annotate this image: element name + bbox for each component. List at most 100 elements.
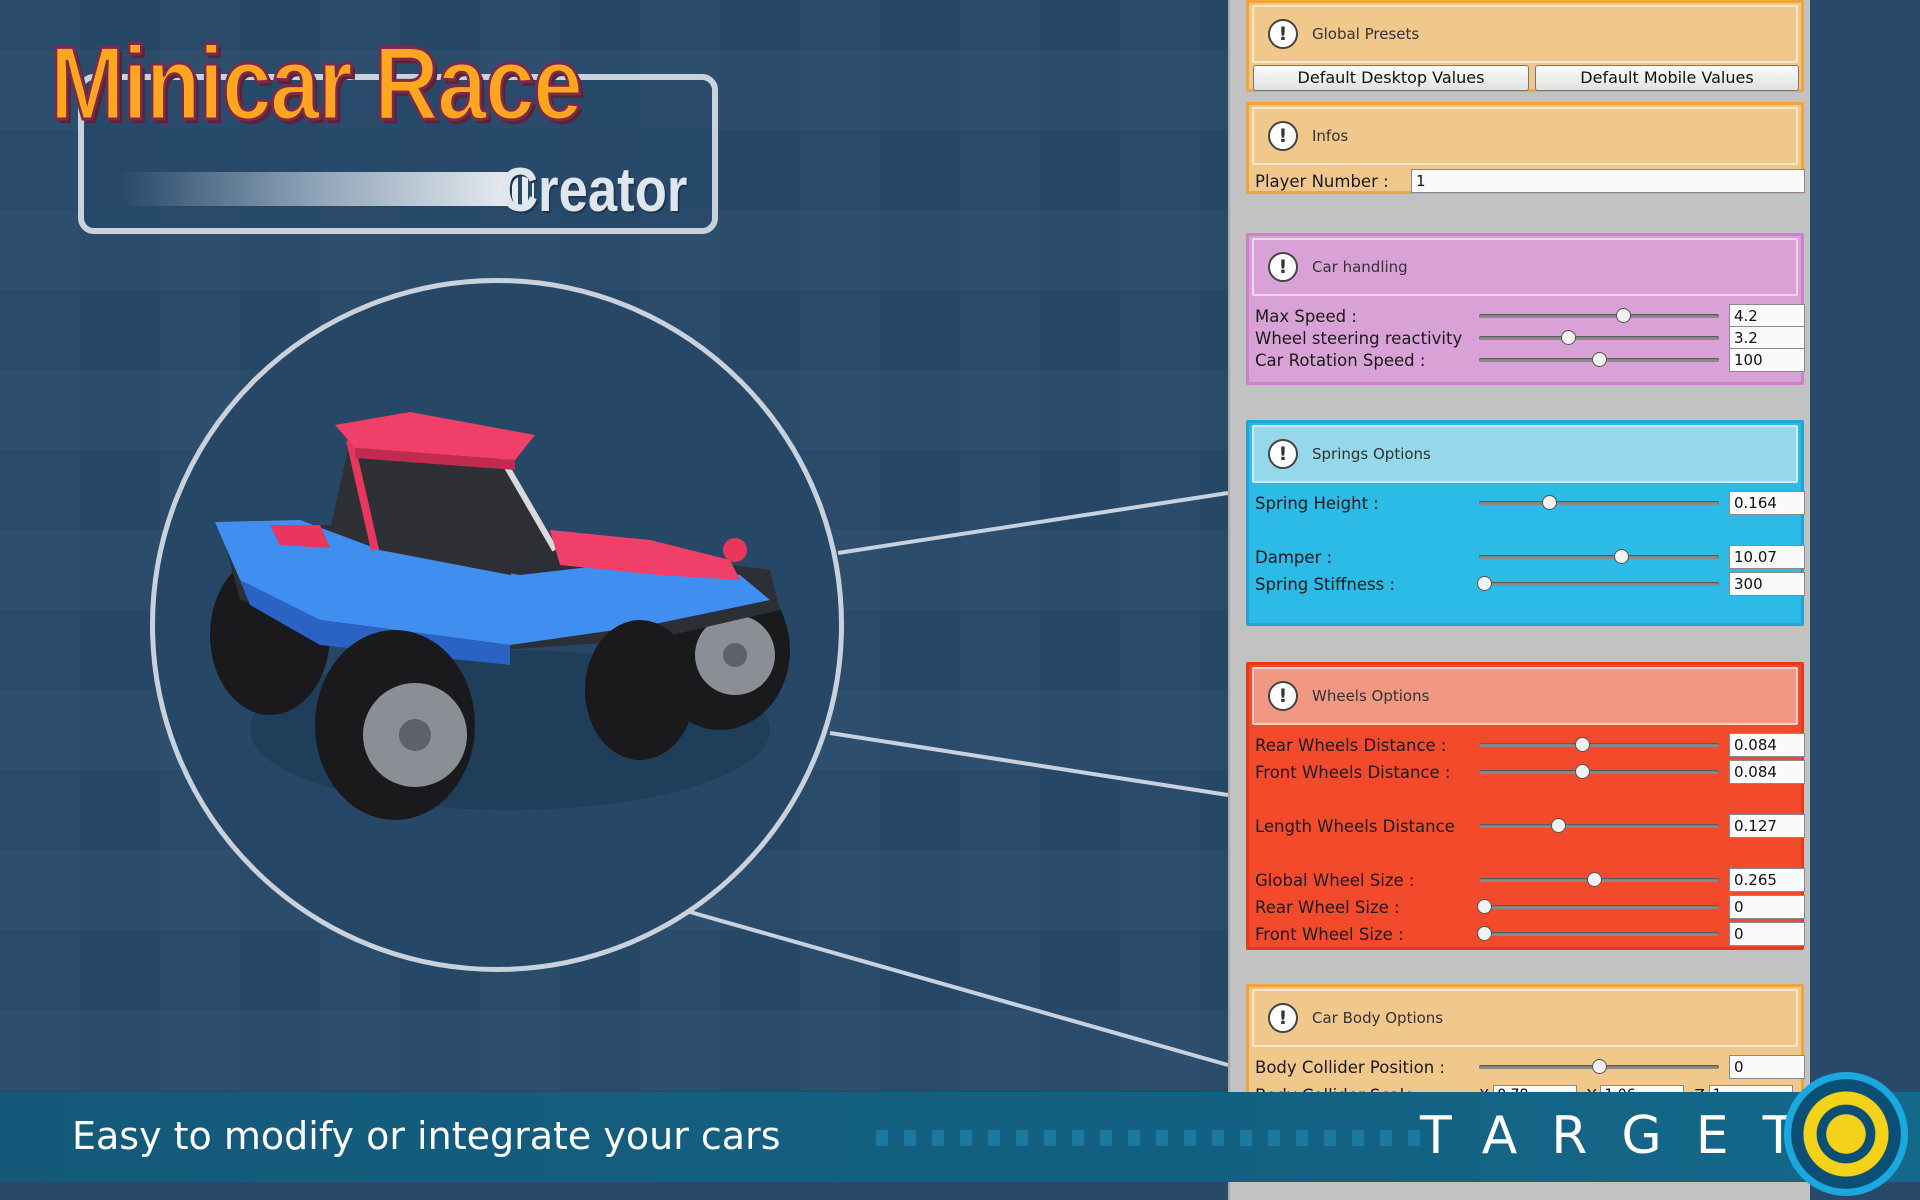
setting-slider[interactable] — [1479, 326, 1719, 350]
bottom-banner: Easy to modify or integrate your cars TA… — [0, 1092, 1920, 1182]
setting-slider[interactable] — [1479, 348, 1719, 372]
target-icon — [1784, 1072, 1908, 1196]
infos-group: ! Infos Player Number : 1 — [1246, 102, 1805, 194]
slider-track — [1479, 770, 1719, 774]
warning-icon: ! — [1268, 252, 1298, 282]
setting-label: Length Wheels Distance — [1255, 816, 1455, 836]
setting-slider[interactable] — [1479, 733, 1719, 757]
warning-icon: ! — [1268, 681, 1298, 711]
slider-thumb[interactable] — [1476, 899, 1492, 914]
setting-value-field[interactable]: 0 — [1729, 922, 1805, 946]
setting-label: Wheel steering reactivity — [1255, 328, 1463, 348]
setting-slider[interactable] — [1479, 814, 1719, 838]
setting-row: Front Wheel Size : 0 — [1255, 922, 1805, 946]
slider-track — [1479, 905, 1719, 909]
setting-row: Wheel steering reactivity 3.2 — [1255, 326, 1805, 350]
setting-value-field[interactable]: 0 — [1729, 895, 1805, 919]
car-handling-header: ! Car handling — [1252, 238, 1798, 296]
global-presets-header: ! Global Presets — [1252, 5, 1798, 63]
body-collider-position-label: Body Collider Position : — [1255, 1057, 1445, 1077]
banner-dots — [876, 1130, 1436, 1146]
setting-label: Rear Wheels Distance : — [1255, 735, 1447, 755]
slider-thumb[interactable] — [1592, 1059, 1607, 1074]
setting-label: Global Wheel Size : — [1255, 870, 1415, 890]
slider-thumb[interactable] — [1616, 308, 1631, 323]
brand-name: TARGET — [1420, 1106, 1829, 1166]
setting-slider[interactable] — [1476, 572, 1719, 596]
setting-slider[interactable] — [1476, 895, 1719, 919]
slider-track — [1479, 582, 1719, 586]
setting-row: Length Wheels Distance 0.127 — [1255, 814, 1805, 838]
setting-slider[interactable] — [1479, 868, 1719, 892]
setting-slider[interactable] — [1476, 922, 1719, 946]
slider-track — [1479, 336, 1719, 340]
banner-tagline: Easy to modify or integrate your cars — [72, 1114, 781, 1158]
setting-slider[interactable] — [1479, 491, 1719, 515]
setting-label: Damper : — [1255, 547, 1333, 567]
setting-value-field[interactable]: 4.2 — [1729, 304, 1805, 328]
setting-row: Spring Height : 0.164 — [1255, 491, 1805, 515]
player-number-label: Player Number : — [1255, 171, 1389, 191]
setting-row: Max Speed : 4.2 — [1255, 304, 1805, 328]
setting-slider[interactable] — [1479, 760, 1719, 784]
slider-track — [1479, 743, 1719, 747]
default-desktop-values-button[interactable]: Default Desktop Values — [1253, 65, 1529, 91]
setting-value-field[interactable]: 0.164 — [1729, 491, 1805, 515]
slider-track — [1479, 501, 1719, 505]
infos-header: ! Infos — [1252, 107, 1798, 165]
slider-thumb[interactable] — [1575, 737, 1591, 752]
global-presets-group: ! Global Presets Default Desktop Values … — [1246, 0, 1804, 92]
warning-icon: ! — [1268, 1003, 1298, 1033]
setting-label: Car Rotation Speed : — [1255, 350, 1426, 370]
setting-slider[interactable] — [1479, 545, 1719, 569]
setting-value-field[interactable]: 300 — [1729, 572, 1805, 596]
slider-thumb[interactable] — [1592, 352, 1607, 367]
setting-row: Rear Wheels Distance : 0.084 — [1255, 733, 1805, 757]
setting-value-field[interactable]: 100 — [1729, 348, 1805, 372]
body-collider-position-field[interactable]: 0 — [1729, 1055, 1805, 1079]
slider-thumb[interactable] — [1476, 576, 1492, 591]
buggy-car-illustration — [210, 412, 790, 820]
setting-value-field[interactable]: 0.127 — [1729, 814, 1805, 838]
setting-label: Max Speed : — [1255, 306, 1357, 326]
car-body-options-header: ! Car Body Options — [1252, 989, 1798, 1047]
slider-thumb[interactable] — [1587, 872, 1603, 887]
slider-thumb[interactable] — [1575, 764, 1591, 779]
slider-thumb[interactable] — [1476, 926, 1492, 941]
setting-label: Spring Height : — [1255, 493, 1379, 513]
slider-track — [1479, 555, 1719, 559]
setting-value-field[interactable]: 10.07 — [1729, 545, 1805, 569]
slider-thumb[interactable] — [1551, 818, 1567, 833]
setting-row: Front Wheels Distance : 0.084 — [1255, 760, 1805, 784]
wheels-options-header: ! Wheels Options — [1252, 667, 1798, 725]
default-mobile-values-button[interactable]: Default Mobile Values — [1535, 65, 1799, 91]
warning-icon: ! — [1268, 439, 1298, 469]
wheels-options-group: ! Wheels Options Rear Wheels Distance : 0… — [1246, 662, 1805, 950]
setting-value-field[interactable]: 0.084 — [1729, 733, 1805, 757]
logo-bar — [120, 172, 510, 206]
group-title: Infos — [1312, 127, 1349, 145]
setting-value-field[interactable]: 0.084 — [1729, 760, 1805, 784]
slider-track — [1479, 824, 1719, 828]
setting-value-field[interactable]: 3.2 — [1729, 326, 1805, 350]
body-collider-position-slider[interactable] — [1479, 1055, 1719, 1079]
slider-track — [1479, 314, 1719, 318]
setting-slider[interactable] — [1479, 304, 1719, 328]
slider-track — [1479, 932, 1719, 936]
slider-thumb[interactable] — [1613, 549, 1629, 564]
player-number-row: Player Number : 1 — [1255, 169, 1805, 193]
setting-value-field[interactable]: 0.265 — [1729, 868, 1805, 892]
setting-label: Rear Wheel Size : — [1255, 897, 1400, 917]
setting-row: Global Wheel Size : 0.265 — [1255, 868, 1805, 892]
body-collider-position-row: Body Collider Position : 0 — [1255, 1055, 1805, 1079]
setting-row: Rear Wheel Size : 0 — [1255, 895, 1805, 919]
group-title: Global Presets — [1312, 25, 1420, 43]
group-title: Car handling — [1312, 258, 1408, 276]
slider-thumb[interactable] — [1541, 495, 1557, 510]
setting-row: Spring Stiffness : 300 — [1255, 572, 1805, 596]
group-title: Springs Options — [1312, 445, 1431, 463]
logo-title: Minicar Race — [49, 26, 584, 142]
inspector-panel: ! Global Presets Default Desktop Values … — [1228, 0, 1810, 1200]
player-number-field[interactable]: 1 — [1411, 169, 1805, 193]
slider-thumb[interactable] — [1560, 330, 1576, 345]
